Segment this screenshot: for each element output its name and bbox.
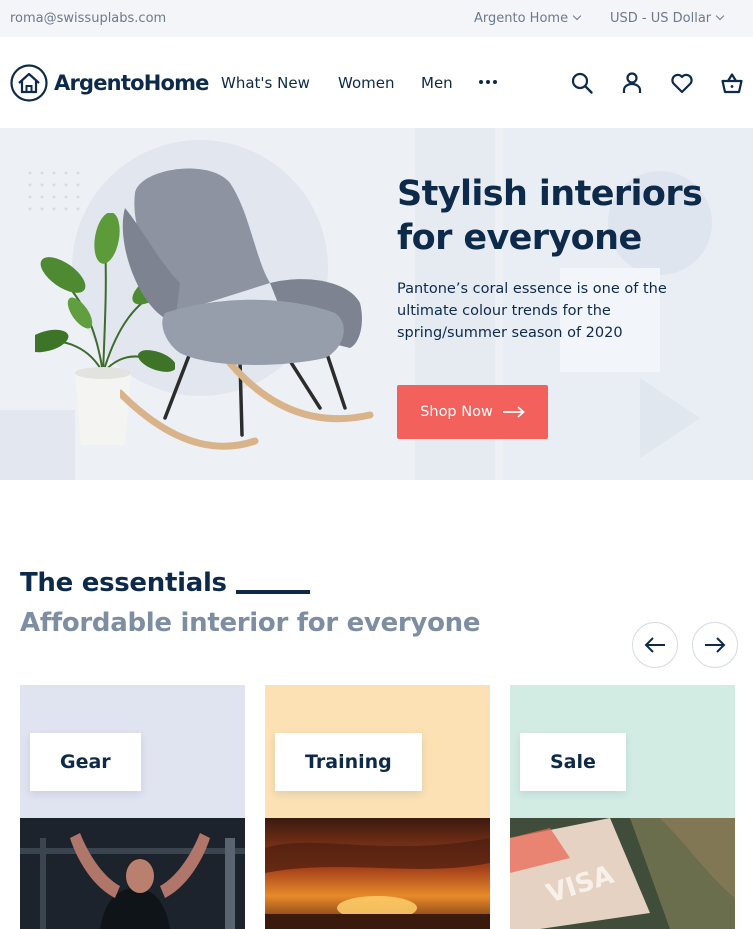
gear-photo xyxy=(20,818,245,929)
training-photo xyxy=(265,818,490,929)
account-icon[interactable] xyxy=(620,71,644,95)
search-icon[interactable] xyxy=(570,71,594,95)
more-dots-icon[interactable] xyxy=(479,80,497,86)
arrow-left-icon xyxy=(644,637,665,653)
store-switcher-label: Argento Home xyxy=(474,11,569,26)
chevron-down-icon xyxy=(572,11,582,21)
cart-basket-icon[interactable] xyxy=(720,71,744,95)
chevron-down-icon xyxy=(715,11,725,21)
carousel-prev-button[interactable] xyxy=(632,622,678,668)
carousel-next-button[interactable] xyxy=(692,622,738,668)
user-email-link[interactable]: roma@swissuplabs.com xyxy=(10,11,166,26)
store-switcher[interactable]: Argento Home xyxy=(474,11,582,26)
category-label-gear[interactable]: Gear xyxy=(30,733,141,791)
essentials-title: The essentials xyxy=(20,568,227,598)
nav-men[interactable]: Men xyxy=(421,74,453,92)
hero-banner: Stylish interiors for everyone Pantone’s… xyxy=(0,128,753,480)
nav-whats-new[interactable]: What's New xyxy=(221,74,310,92)
hero-description: Pantone’s coral essence is one of the ul… xyxy=(397,281,667,341)
title-underline xyxy=(236,590,310,594)
shop-now-label: Shop Now xyxy=(420,404,493,420)
rocking-chair-image xyxy=(120,168,374,450)
arrow-right-icon xyxy=(705,637,726,653)
hero-title-line2: for everyone xyxy=(397,218,642,258)
site-header: ArgentoHome What's New Women Men xyxy=(0,37,753,128)
top-utility-bar: roma@swissuplabs.com Argento Home USD - … xyxy=(0,0,753,37)
logo-wordmark: ArgentoHome xyxy=(54,71,209,95)
sale-photo: VISA xyxy=(510,818,735,929)
house-logo-icon xyxy=(10,64,48,102)
essentials-subtitle: Affordable interior for everyone xyxy=(20,608,481,638)
hero-title-line1: Stylish interiors xyxy=(397,174,703,214)
shop-now-button[interactable]: Shop Now xyxy=(397,385,548,439)
category-label-training[interactable]: Training xyxy=(275,733,422,791)
category-card-gear[interactable]: Gear xyxy=(20,685,245,929)
currency-switcher-label: USD - US Dollar xyxy=(610,11,712,26)
currency-switcher[interactable]: USD - US Dollar xyxy=(610,11,725,26)
arrow-right-icon xyxy=(502,406,525,418)
category-card-sale[interactable]: Sale VISA xyxy=(510,685,735,929)
category-label-sale[interactable]: Sale xyxy=(520,733,626,791)
category-card-training[interactable]: Training xyxy=(265,685,490,929)
wishlist-heart-icon[interactable] xyxy=(670,71,694,95)
nav-women[interactable]: Women xyxy=(338,74,394,92)
site-logo[interactable]: ArgentoHome xyxy=(10,63,209,103)
hero-title: Stylish interiors for everyone xyxy=(397,172,727,260)
